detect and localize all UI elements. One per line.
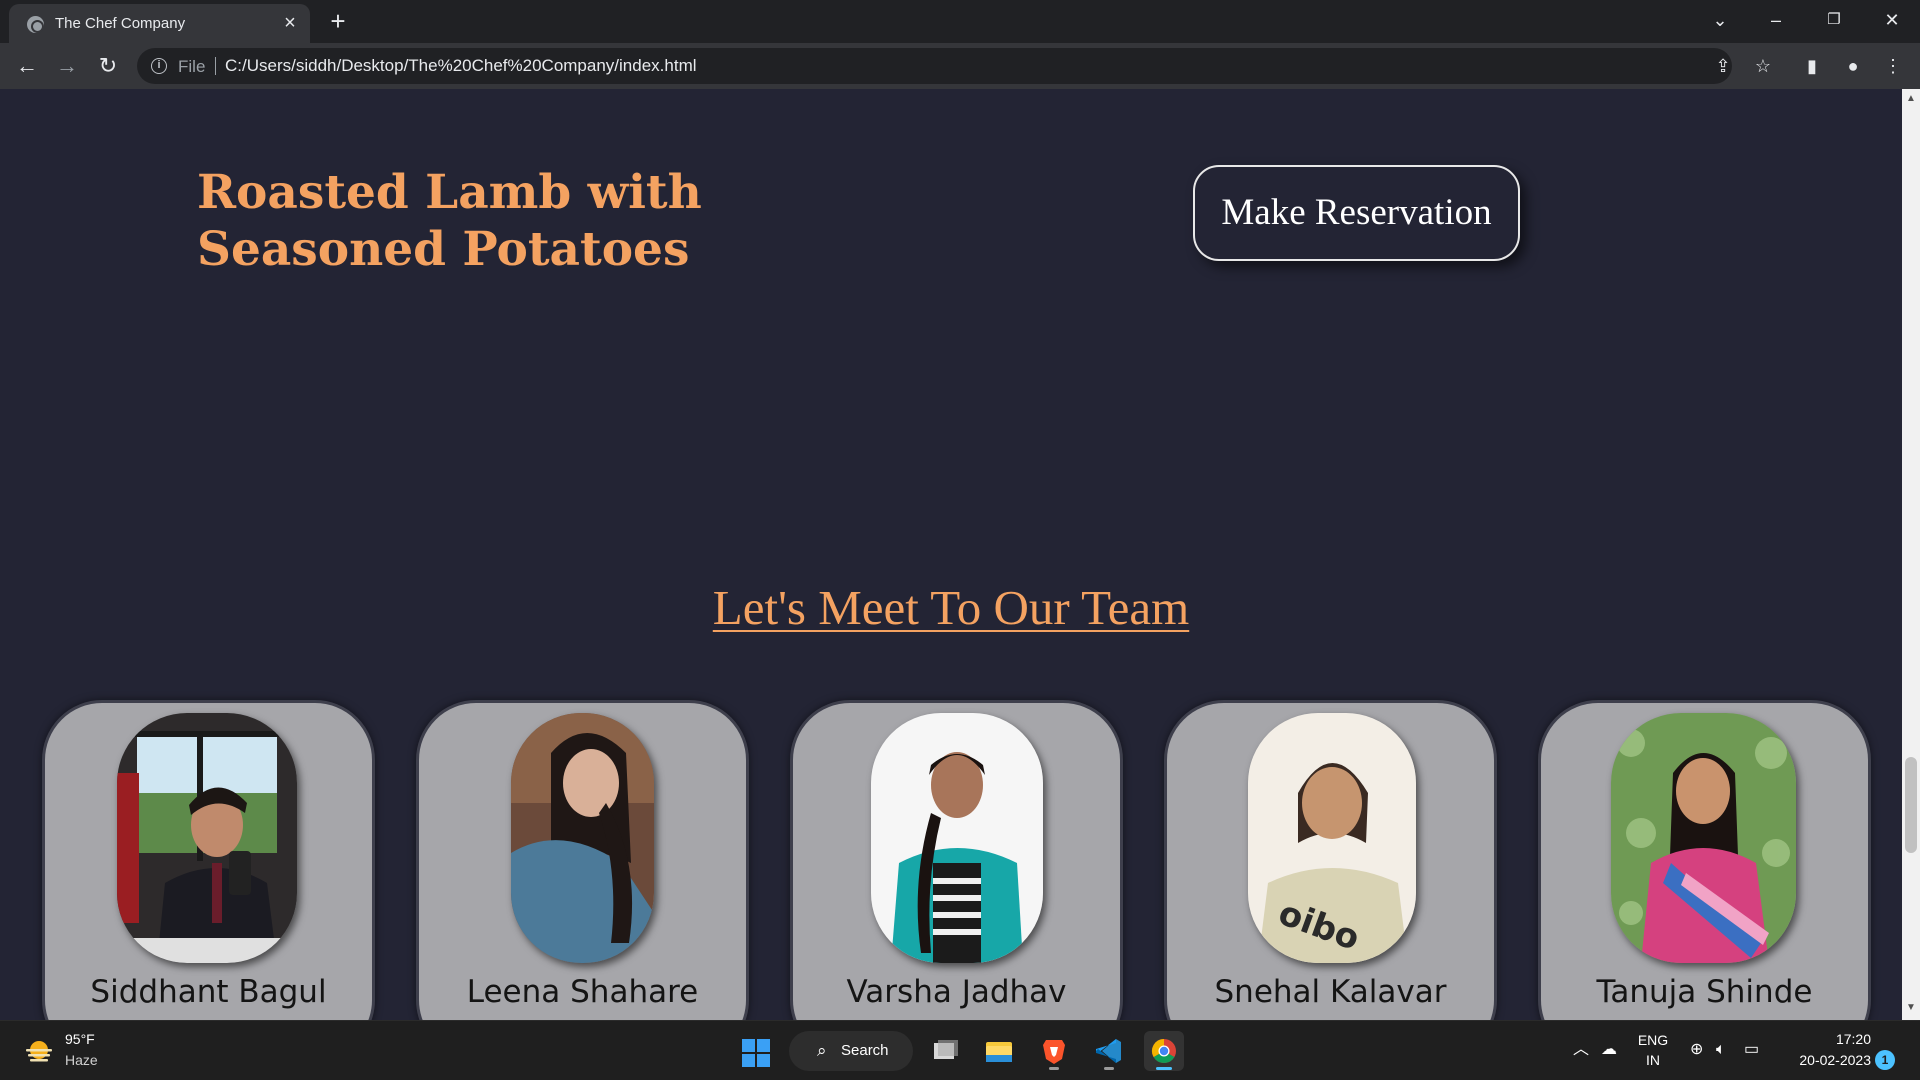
make-reservation-button[interactable]: Make Reservation [1193, 165, 1520, 261]
brave-browser-icon[interactable] [1034, 1031, 1074, 1071]
close-icon[interactable]: × [280, 13, 300, 33]
vscode-icon[interactable] [1089, 1031, 1129, 1071]
member-photo: oibo [1248, 713, 1416, 963]
member-name: Varsha Jadhav [846, 974, 1067, 1010]
chevron-down-icon[interactable]: ⌄ [1700, 6, 1740, 34]
clock-time[interactable]: 17:20 [1781, 1031, 1871, 1047]
page-viewport: Roasted Lamb with Seasoned Potatoes Make… [0, 89, 1902, 1020]
url-separator [215, 57, 216, 75]
profile-icon[interactable]: ● [1840, 53, 1866, 79]
team-heading: Let's Meet To Our Team [712, 580, 1190, 635]
team-heading-wrap: Let's Meet To Our Team [0, 579, 1902, 636]
scroll-down-arrow-icon[interactable]: ▼ [1906, 1002, 1916, 1016]
minimize-icon[interactable]: – [1756, 6, 1796, 34]
member-name: Snehal Kalavar [1214, 974, 1447, 1010]
weather-temperature[interactable]: 95°F [65, 1031, 95, 1047]
member-name: Siddhant Bagul [90, 974, 327, 1010]
language-region[interactable]: IN [1637, 1052, 1669, 1068]
new-tab-icon[interactable]: + [325, 8, 351, 34]
restore-icon[interactable]: ❐ [1814, 6, 1854, 34]
vertical-scrollbar[interactable]: ▲ ▼ [1902, 89, 1920, 1020]
team-card: Siddhant Bagul [42, 700, 375, 1020]
member-photo [1611, 713, 1796, 963]
member-photo [117, 713, 297, 963]
volume-icon[interactable]: 🔈︎ [1716, 1041, 1726, 1059]
back-arrow-icon[interactable]: ← [13, 52, 41, 80]
chrome-icon[interactable] [1144, 1031, 1184, 1071]
share-icon[interactable]: ⇪ [1710, 53, 1736, 79]
battery-icon[interactable]: ▭ [1744, 1041, 1759, 1059]
team-card: Varsha Jadhav [790, 700, 1123, 1020]
windows-start-icon[interactable] [742, 1039, 770, 1067]
forward-arrow-icon[interactable]: → [53, 52, 81, 80]
task-view-icon[interactable] [924, 1031, 964, 1071]
tab-title: The Chef Company [55, 15, 186, 32]
screen: The Chef Company × + ⌄ – ❐ ✕ ← → ↻ i Fil… [0, 0, 1920, 1080]
info-icon[interactable]: i [151, 58, 167, 74]
weather-condition[interactable]: Haze [65, 1052, 98, 1068]
member-photo [871, 713, 1043, 963]
member-name: Tanuja Shinde [1596, 974, 1813, 1010]
notification-badge[interactable]: 1 [1875, 1050, 1895, 1070]
browser-tab[interactable]: The Chef Company × [9, 4, 310, 43]
onedrive-cloud-icon[interactable]: ☁ [1601, 1041, 1617, 1059]
globe-icon [27, 16, 44, 33]
scroll-thumb[interactable] [1905, 757, 1917, 853]
bookmark-star-icon[interactable]: ☆ [1750, 53, 1776, 79]
language-code[interactable]: ENG [1637, 1032, 1669, 1048]
side-panel-icon[interactable]: ▮ [1799, 53, 1825, 79]
member-name: Leena Shahare [466, 974, 699, 1010]
team-card: Leena Shahare [416, 700, 749, 1020]
dish-title: Roasted Lamb with Seasoned Potatoes [197, 165, 702, 277]
menu-kebab-icon[interactable]: ⋮ [1880, 53, 1906, 79]
reload-icon[interactable]: ↻ [94, 52, 122, 80]
search-icon: ⌕ [817, 1041, 827, 1060]
team-card: Tanuja Shinde [1538, 700, 1871, 1020]
address-bar[interactable]: i File C:/Users/siddh/Desktop/The%20Chef… [137, 48, 1732, 84]
clock-date[interactable]: 20-02-2023 [1781, 1052, 1871, 1068]
member-photo [511, 713, 654, 963]
file-explorer-icon[interactable] [979, 1031, 1019, 1071]
window-close-icon[interactable]: ✕ [1872, 6, 1912, 34]
taskbar-search-button[interactable]: ⌕ Search [789, 1031, 913, 1071]
network-globe-icon[interactable]: ⊕ [1690, 1041, 1703, 1059]
taskbar: 95°F Haze ⌕ Search ︿ ☁ ENG IN ⊕ 🔈︎ ▭ 17:… [0, 1020, 1920, 1080]
scroll-up-arrow-icon[interactable]: ▲ [1906, 93, 1916, 107]
weather-haze-icon[interactable] [24, 1039, 54, 1063]
team-card: oibo Snehal Kalavar [1164, 700, 1497, 1020]
url-scheme: File [178, 57, 206, 76]
search-label: Search [841, 1042, 889, 1059]
tab-strip: The Chef Company × + ⌄ – ❐ ✕ [0, 0, 1920, 43]
chevron-up-icon[interactable]: ︿ [1573, 1041, 1589, 1059]
browser-toolbar: ← → ↻ i File C:/Users/siddh/Desktop/The%… [0, 43, 1920, 89]
url-text[interactable]: C:/Users/siddh/Desktop/The%20Chef%20Comp… [225, 56, 697, 76]
